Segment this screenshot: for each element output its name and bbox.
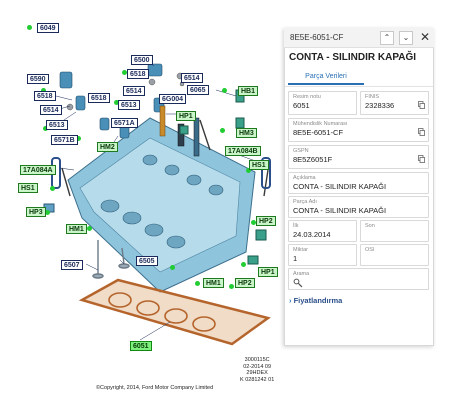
locator-dot xyxy=(50,186,55,191)
locator-dot xyxy=(170,265,175,270)
callout-HP1[interactable]: HP1 xyxy=(258,267,278,277)
field-value: 6051 xyxy=(293,101,310,110)
locator-dot xyxy=(229,284,234,289)
callout-HM2[interactable]: HM2 xyxy=(97,142,118,152)
pricing-section-toggle[interactable]: › Fiyatlandırma xyxy=(289,296,342,305)
drawing-code: 3000115C xyxy=(244,357,270,363)
copy-icon[interactable] xyxy=(418,128,425,136)
locator-dot xyxy=(241,262,246,267)
callout-6571A[interactable]: 6571A xyxy=(111,118,138,128)
callout-6514[interactable]: 6514 xyxy=(123,86,145,96)
description-field: Açıklama CONTA - SILINDIR KAPAĞI xyxy=(288,172,429,194)
field-value: 1 xyxy=(293,254,298,263)
head-gasket xyxy=(78,278,271,346)
callout-HM1[interactable]: HM1 xyxy=(203,278,224,288)
copy-icon[interactable] xyxy=(418,155,425,163)
callout-HP2[interactable]: HP2 xyxy=(235,278,255,288)
callout-6505[interactable]: 6505 xyxy=(136,256,158,266)
field-value: 24.03.2014 xyxy=(293,230,331,239)
quantity-field: Miktar 1 xyxy=(288,244,357,266)
callout-6518[interactable]: 6518 xyxy=(88,93,110,103)
field-label: Parça Adı xyxy=(293,199,317,205)
panel-header-bar: 8E5E-6051-CF ⌃ ⌄ ✕ xyxy=(284,28,434,48)
field-label: Arama xyxy=(293,271,310,277)
callout-6514[interactable]: 6514 xyxy=(181,73,203,83)
field-value: CONTA - SILINDIR KAPAĞI xyxy=(293,182,387,191)
callout-6065[interactable]: 6065 xyxy=(187,85,209,95)
close-panel-button[interactable]: ✕ xyxy=(418,30,432,45)
field-value: 2328336 xyxy=(365,101,395,110)
field-label: Mühendislik Numarası xyxy=(293,121,348,127)
callout-17A084B[interactable]: 17A084B xyxy=(225,146,261,156)
pricing-label: Fiyatlandırma xyxy=(293,296,343,305)
next-part-button[interactable]: ⌄ xyxy=(399,31,413,45)
chevron-right-icon: › xyxy=(289,296,292,305)
callout-6514[interactable]: 6514 xyxy=(40,105,62,115)
field-label: FINIS xyxy=(365,94,380,100)
copy-icon[interactable] xyxy=(418,101,425,109)
osi-field: OSI xyxy=(360,244,429,266)
callout-6513[interactable]: 6513 xyxy=(46,120,68,130)
locator-dot xyxy=(222,88,227,93)
callout-HM1[interactable]: HM1 xyxy=(66,224,87,234)
callout-6500[interactable]: 6500 xyxy=(131,55,153,65)
callout-6507[interactable]: 6507 xyxy=(61,260,83,270)
callout-HP2[interactable]: HP2 xyxy=(256,216,276,226)
part-title: CONTA - SILINDIR KAPAĞI xyxy=(289,52,417,63)
last-date-field: Son xyxy=(360,220,429,242)
field-label: GSPN xyxy=(293,148,309,154)
field-value: 8E5Z6051F xyxy=(293,155,333,164)
panel-part-code: 8E5E-6051-CF xyxy=(290,33,344,42)
drawing-code: K 0281242 01 xyxy=(240,376,275,383)
finis-field: FINIS 2328336 xyxy=(360,91,429,115)
search-field[interactable]: Arama xyxy=(288,268,429,290)
engineering-number-field: Mühendislik Numarası 8E5E-6051-CF xyxy=(288,118,429,142)
field-value: 8E5E-6051-CF xyxy=(293,128,344,137)
callout-6590[interactable]: 6590 xyxy=(27,74,49,84)
search-key-icon[interactable] xyxy=(293,278,303,288)
field-label: İlk xyxy=(293,223,299,229)
callout-HM3[interactable]: HM3 xyxy=(236,128,257,138)
first-date-field: İlk 24.03.2014 xyxy=(288,220,357,242)
locator-dot xyxy=(220,128,225,133)
drawing-codes: 3000115C 02-2014 09 29HDEX K 0281242 01 xyxy=(240,357,274,383)
previous-part-button[interactable]: ⌃ xyxy=(380,31,394,45)
field-value: CONTA - SILINDIR KAPAĞI xyxy=(293,206,387,215)
callout-6G004[interactable]: 6G004 xyxy=(159,94,187,104)
callout-HP1[interactable]: HP1 xyxy=(176,111,196,121)
resim-no-field: Resim notu 6051 xyxy=(288,91,357,115)
callout-HS1[interactable]: HS1 xyxy=(249,160,269,170)
field-label: Resim notu xyxy=(293,94,321,100)
callout-HP3[interactable]: HP3 xyxy=(26,207,46,217)
callout-17A084A[interactable]: 17A084A xyxy=(20,165,56,175)
callout-6518[interactable]: 6518 xyxy=(34,91,56,101)
tab-part-data[interactable]: Parça Verileri xyxy=(288,70,364,85)
callout-6049[interactable]: 6049 xyxy=(37,23,59,33)
callout-6051-selected[interactable]: 6051 xyxy=(130,341,152,351)
tab-divider xyxy=(285,86,433,87)
locator-dot xyxy=(87,226,92,231)
field-label: Açıklama xyxy=(293,175,316,181)
part-name-field: Parça Adı CONTA - SILINDIR KAPAĞI xyxy=(288,196,429,218)
callout-6518[interactable]: 6518 xyxy=(127,69,149,79)
field-label: Son xyxy=(365,223,375,229)
locator-dot xyxy=(195,281,200,286)
field-label: OSI xyxy=(365,247,375,253)
gspn-field: GSPN 8E5Z6051F xyxy=(288,145,429,169)
callout-HS1[interactable]: HS1 xyxy=(18,183,38,193)
locator-dot xyxy=(27,25,32,30)
copyright-text: ©Copyright, 2014, Ford Motor Company Lim… xyxy=(96,385,214,391)
callout-6513[interactable]: 6513 xyxy=(118,100,140,110)
callout-6571B[interactable]: 6571B xyxy=(51,135,78,145)
locator-dot xyxy=(45,210,50,215)
callout-HB1[interactable]: HB1 xyxy=(238,86,259,96)
parts-diagram: 6049 6500 6518 6514 6590 6518 6518 6514 … xyxy=(0,0,284,402)
field-label: Miktar xyxy=(293,247,308,253)
